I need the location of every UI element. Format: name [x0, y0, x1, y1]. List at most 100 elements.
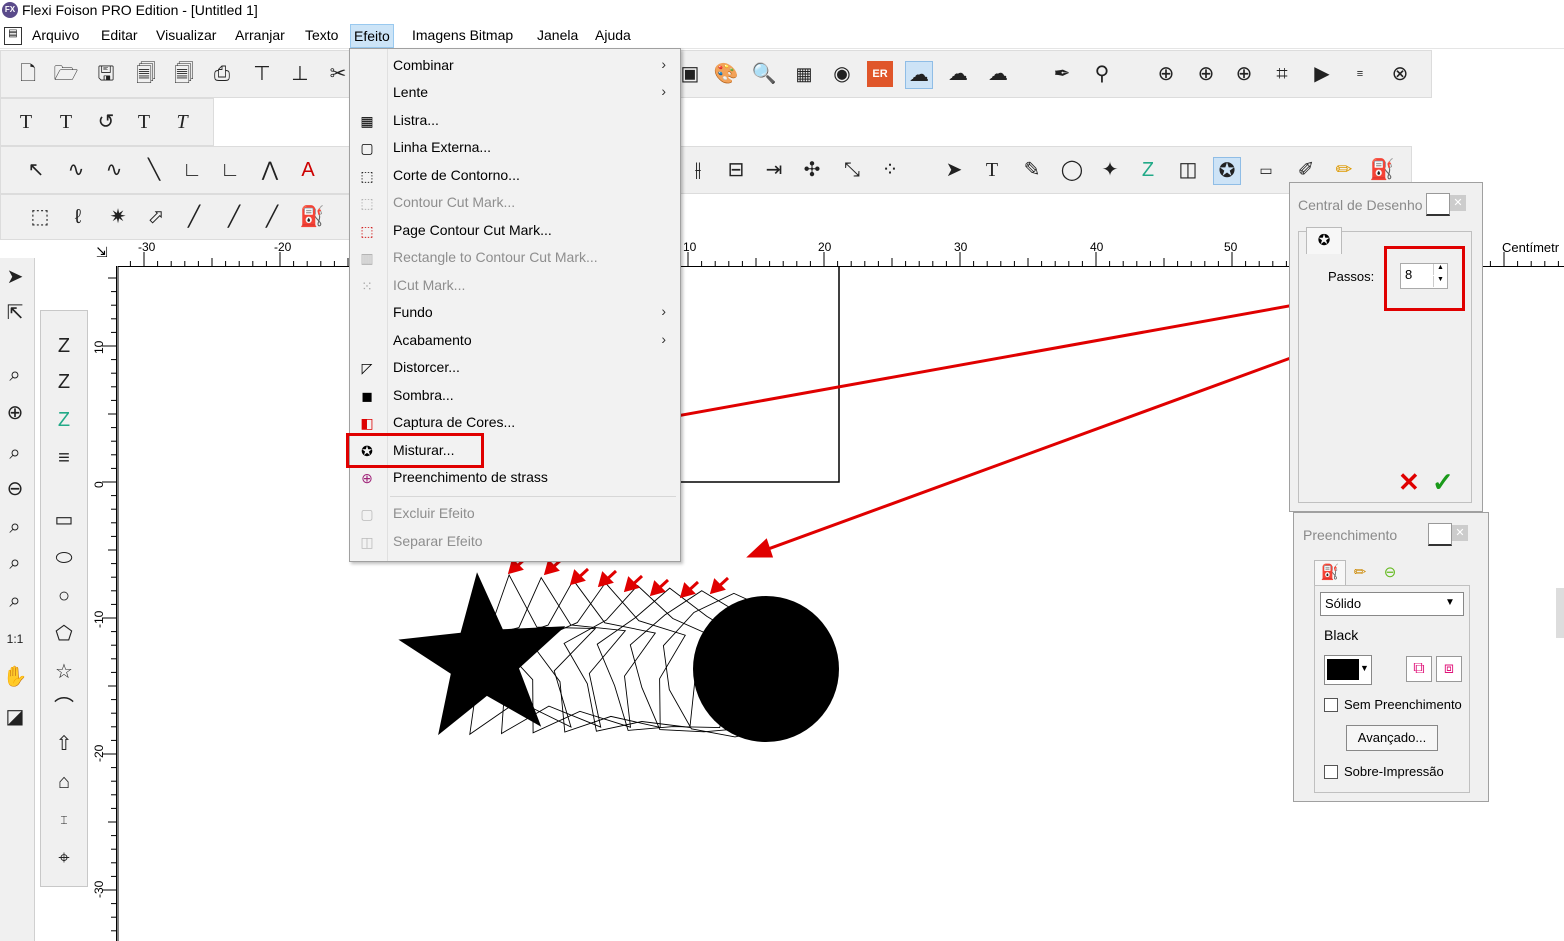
circle-shape[interactable] [693, 596, 839, 742]
curve-icon[interactable]: ∿ [63, 157, 89, 183]
mark-add-icon[interactable]: ⊕ [1231, 61, 1257, 87]
zoom-selected-icon[interactable]: ⌕ [2, 550, 28, 576]
space-icon[interactable]: ⇥ [761, 157, 787, 183]
zoom-out-icon[interactable]: ⊖ [2, 476, 28, 502]
menu-item-acabamento[interactable]: Acabamento › [350, 328, 680, 354]
cloud-icon[interactable]: ☁ [905, 61, 933, 89]
menu-arquivo[interactable]: Arquivo [29, 27, 82, 43]
paint-brush-icon[interactable]: ╱ [221, 204, 247, 230]
triangle-node-icon[interactable]: A [295, 157, 321, 183]
corner-icon[interactable]: ∟ [217, 157, 243, 183]
zoom-area-icon[interactable]: ⌕ [2, 362, 28, 388]
text-path-icon[interactable]: ↺ [93, 109, 119, 135]
print-icon[interactable]: ⎙ [209, 61, 235, 87]
menu-editar[interactable]: Editar [98, 27, 141, 43]
minimize-button[interactable] [1426, 193, 1450, 216]
menu-efeito[interactable]: Efeito [350, 24, 394, 48]
green-check-icon[interactable]: ✓ [1432, 469, 1458, 495]
paint-bucket-icon[interactable]: ⛽ [299, 204, 325, 230]
color-probe-icon[interactable]: 🔍 [751, 61, 777, 87]
color-picker[interactable]: ▼ [1324, 655, 1372, 685]
er-icon[interactable]: ER [867, 61, 893, 87]
zoom-all-icon[interactable]: ⌕ [2, 514, 28, 540]
cut-output-icon[interactable]: ⊥ [287, 61, 313, 87]
menu-item-page-contour-cut-mark[interactable]: ⬚ Page Contour Cut Mark... [350, 218, 680, 244]
z-color-icon[interactable]: Z [1135, 157, 1161, 183]
arc-icon[interactable]: ⌒ [51, 695, 77, 721]
text-block-icon[interactable]: T [53, 109, 79, 135]
lasso-icon[interactable]: ℓ [65, 204, 91, 230]
vertical-ruler[interactable]: 10 0 -10 -20 -30 [90, 266, 117, 941]
arrow-up-icon[interactable]: ⇧ [51, 731, 77, 757]
no-mark-icon[interactable]: ⊗ [1387, 61, 1413, 87]
pen-tab-icon[interactable]: ✏ [1346, 562, 1374, 584]
menu-item-listra[interactable]: ▦ Listra... [350, 108, 680, 134]
open-icon[interactable]: 🗁 [53, 61, 79, 87]
pen-node-icon[interactable]: ✎ [1019, 157, 1045, 183]
line-icon[interactable]: ╲ [141, 157, 167, 183]
fill-mode-alt-icon[interactable]: ⧈ [1436, 656, 1462, 682]
brush-icon[interactable]: ╱ [181, 204, 207, 230]
zoom-1to1-icon[interactable]: 1:1 [2, 626, 28, 652]
align-icon[interactable]: ⫲ [685, 157, 711, 183]
menu-item-sombra[interactable]: ◼ Sombra... [350, 383, 680, 409]
mark-frame-icon[interactable]: ⌗ [1269, 61, 1295, 87]
fill-bucket-tab-icon[interactable]: ⛽ [1314, 560, 1346, 585]
fill-bucket-icon[interactable]: ⛽ [1369, 157, 1395, 183]
hand-pan-icon[interactable]: ✋ [2, 664, 28, 690]
move-select-icon[interactable]: ⬀ [143, 204, 169, 230]
menu-ajuda[interactable]: Ajuda [592, 27, 634, 43]
fill-type-select[interactable]: Sólido ▼ [1320, 592, 1464, 616]
z-outline-icon[interactable]: Z [51, 333, 77, 359]
pentagon-icon[interactable]: ⬠ [51, 621, 77, 647]
angle-icon[interactable]: ∟ [179, 157, 205, 183]
dimension-icon[interactable]: ⌶ [51, 807, 77, 833]
menu-item-linha-externa[interactable]: ▢ Linha Externa... [350, 135, 680, 161]
select-arrow-icon[interactable]: ➤ [941, 157, 967, 183]
text-tool-icon[interactable]: T [13, 109, 39, 135]
eyedropper-icon[interactable]: ✐ [1293, 157, 1319, 183]
pencil-icon[interactable]: ✏ [1331, 157, 1357, 183]
distribute-icon[interactable]: ⊟ [723, 157, 749, 183]
red-x-icon[interactable]: ✕ [1398, 469, 1422, 495]
star-shape[interactable] [398, 572, 566, 736]
menu-item-distorcer[interactable]: ◸ Distorcer... [350, 355, 680, 381]
menu-arranjar[interactable]: Arranjar [232, 27, 288, 43]
advanced-button[interactable]: Avançado... [1346, 725, 1438, 751]
menu-texto[interactable]: Texto [302, 27, 341, 43]
monitor-icon[interactable]: ◉ [829, 61, 855, 87]
import-icon[interactable]: 🗐 [171, 61, 197, 87]
select-icon[interactable]: ➤ [2, 264, 28, 290]
vs-upload-icon[interactable]: ☁ [985, 61, 1011, 87]
pen-tool-icon[interactable]: ✒ [1049, 61, 1075, 87]
fill-stroke-icon[interactable]: ◪ [2, 704, 28, 730]
fill-mode-icon[interactable]: ⧉ [1406, 656, 1432, 682]
zoom-fit-icon[interactable]: ⌕ [2, 588, 28, 614]
ellipse-icon[interactable]: ⬭ [51, 545, 77, 571]
magic-wand-icon[interactable]: ✷ [105, 204, 131, 230]
menu-janela[interactable]: Janela [534, 27, 581, 43]
circle-tool-icon[interactable]: ◯ [1059, 157, 1085, 183]
sizes-icon[interactable]: ≡ [1347, 61, 1373, 87]
mark-pen-icon[interactable]: ⊕ [1193, 61, 1219, 87]
stroke-tab-icon[interactable]: ⊖ [1376, 562, 1404, 584]
menu-item-fundo[interactable]: Fundo › [350, 300, 680, 326]
overprint-checkbox[interactable] [1324, 765, 1338, 779]
scissors-icon[interactable]: ✂ [325, 61, 351, 87]
rectangle-icon[interactable]: ▭ [51, 507, 77, 533]
knife-tool-icon[interactable]: ⚲ [1089, 61, 1115, 87]
no-fill-checkbox[interactable] [1324, 698, 1338, 712]
pencil-brush-icon[interactable]: ╱ [259, 204, 285, 230]
weld-icon[interactable]: ⁘ [877, 157, 903, 183]
text-vertical-icon[interactable]: T [131, 109, 157, 135]
document-icon[interactable]: ▤ [4, 27, 22, 45]
play-mark-icon[interactable]: ▶ [1309, 61, 1335, 87]
ruler-origin[interactable]: ⇲ [90, 240, 118, 266]
color-grid-icon[interactable]: ▦ [791, 61, 817, 87]
zoom-in-icon[interactable]: ⊕ [2, 400, 28, 426]
text-t-icon[interactable]: T [979, 157, 1005, 183]
menu-visualizar[interactable]: Visualizar [153, 27, 219, 43]
new-icon[interactable]: 🗋 [15, 61, 41, 87]
star-icon[interactable]: ☆ [51, 659, 77, 685]
menu-item-combinar[interactable]: Combinar › [350, 53, 680, 79]
